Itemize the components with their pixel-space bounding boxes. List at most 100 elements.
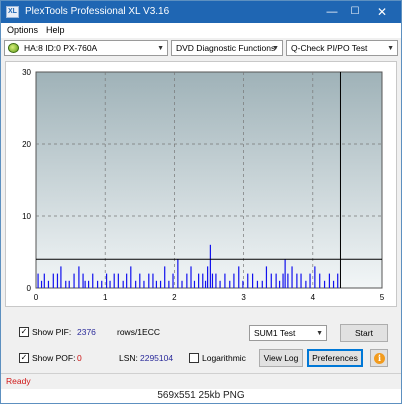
data-bar bbox=[215, 273, 217, 288]
data-bar bbox=[300, 273, 302, 288]
data-bar bbox=[202, 273, 204, 288]
chevron-down-icon: ▼ bbox=[272, 45, 279, 52]
drive-select[interactable]: HA:8 ID:0 PX-760A ▼ bbox=[4, 40, 168, 56]
data-bar bbox=[130, 266, 132, 288]
menu-options[interactable]: Options bbox=[7, 25, 38, 36]
data-bar bbox=[291, 266, 293, 288]
data-bar bbox=[43, 273, 45, 288]
data-bar bbox=[265, 266, 268, 288]
data-bar bbox=[181, 280, 183, 288]
data-bar bbox=[65, 280, 67, 288]
data-bar bbox=[204, 280, 207, 288]
data-bar bbox=[122, 280, 124, 288]
data-bar bbox=[242, 280, 244, 288]
data-bar bbox=[186, 273, 188, 288]
data-bar bbox=[113, 273, 115, 288]
x-tick-label: 5 bbox=[380, 293, 385, 302]
data-bar bbox=[87, 280, 90, 288]
x-tick-label: 4 bbox=[311, 293, 316, 302]
data-bar bbox=[148, 273, 150, 288]
data-bar bbox=[233, 273, 235, 288]
menu-help[interactable]: Help bbox=[46, 25, 65, 36]
data-bar bbox=[193, 280, 196, 288]
data-bar bbox=[152, 273, 154, 288]
data-bar bbox=[278, 280, 281, 288]
data-bar bbox=[92, 273, 94, 288]
status-text: Ready bbox=[6, 376, 31, 386]
info-button[interactable]: i bbox=[370, 349, 388, 367]
data-bar bbox=[68, 280, 70, 288]
close-button[interactable]: ✕ bbox=[369, 3, 395, 21]
drive-select-value: HA:8 ID:0 PX-760A bbox=[24, 43, 98, 53]
data-bar bbox=[224, 273, 226, 288]
data-bar bbox=[82, 273, 84, 288]
function-select-value: DVD Diagnostic Functions bbox=[176, 43, 276, 53]
image-caption: 569x551 25kb PNG bbox=[1, 389, 401, 403]
show-pif-label: Show PIF: bbox=[32, 327, 72, 337]
function-select[interactable]: DVD Diagnostic Functions ▼ bbox=[171, 40, 283, 56]
show-pof-label: Show POF: bbox=[32, 353, 76, 363]
data-bar bbox=[211, 273, 214, 288]
data-bar bbox=[101, 280, 103, 288]
data-bar bbox=[126, 273, 128, 288]
data-bar bbox=[275, 273, 277, 288]
show-pif-checkbox[interactable]: ✓ bbox=[19, 327, 29, 337]
data-bar bbox=[198, 273, 200, 288]
data-bar bbox=[319, 273, 321, 288]
data-bar bbox=[270, 273, 272, 288]
data-bar bbox=[96, 280, 99, 288]
data-bar bbox=[105, 273, 108, 288]
data-bar bbox=[155, 280, 158, 288]
chevron-down-icon: ▼ bbox=[157, 45, 164, 52]
test-select[interactable]: Q-Check PI/PO Test ▼ bbox=[286, 40, 398, 56]
show-pof-checkbox[interactable]: ✓ bbox=[19, 353, 29, 363]
lsn-value: 2295104 bbox=[140, 353, 174, 363]
data-bar bbox=[60, 266, 62, 288]
data-bar bbox=[251, 273, 254, 288]
start-button[interactable]: Start bbox=[340, 324, 388, 342]
pif-value: 2376 bbox=[77, 327, 96, 337]
chevron-down-icon: ▼ bbox=[387, 45, 394, 52]
window-title: PlexTools Professional XL V3.16 bbox=[25, 6, 170, 17]
plot-background bbox=[35, 71, 383, 289]
maximize-button[interactable]: ☐ bbox=[342, 3, 368, 21]
data-bar bbox=[117, 273, 119, 288]
x-tick-label: 3 bbox=[241, 293, 246, 302]
data-bar bbox=[84, 280, 86, 288]
data-bar bbox=[305, 280, 307, 288]
data-bar bbox=[314, 266, 316, 288]
data-bar bbox=[207, 266, 209, 288]
data-bar bbox=[52, 273, 54, 288]
x-tick-label: 1 bbox=[103, 293, 108, 302]
sum-test-value: SUM1 Test bbox=[254, 328, 296, 338]
app-logo-icon: XL bbox=[6, 6, 19, 18]
data-bar bbox=[172, 273, 174, 288]
data-bar bbox=[168, 280, 170, 288]
y-tick-label: 10 bbox=[22, 212, 31, 221]
logarithmic-checkbox[interactable] bbox=[189, 353, 199, 363]
y-tick-label: 0 bbox=[27, 284, 32, 293]
data-bar bbox=[332, 280, 335, 288]
data-bar bbox=[328, 273, 331, 288]
data-bar bbox=[109, 280, 111, 288]
info-icon: i bbox=[374, 353, 385, 364]
data-bar bbox=[282, 273, 284, 288]
data-bar bbox=[323, 280, 326, 288]
rows-label: rows/1ECC bbox=[117, 327, 160, 337]
test-select-value: Q-Check PI/PO Test bbox=[291, 43, 368, 53]
data-bar bbox=[284, 259, 286, 288]
chevron-down-icon: ▼ bbox=[316, 330, 323, 337]
data-bar bbox=[135, 280, 137, 288]
preferences-button[interactable]: Preferences bbox=[307, 349, 363, 367]
data-bar bbox=[247, 273, 249, 288]
logarithmic-label: Logarithmic bbox=[202, 353, 246, 363]
data-bar bbox=[190, 266, 192, 288]
data-bar bbox=[287, 273, 289, 288]
sum-test-select[interactable]: SUM1 Test ▼ bbox=[249, 325, 327, 341]
toolbar: HA:8 ID:0 PX-760A ▼ DVD Diagnostic Funct… bbox=[1, 38, 401, 58]
view-log-button[interactable]: View Log bbox=[259, 349, 303, 367]
data-bar bbox=[209, 244, 211, 288]
app-window: XL PlexTools Professional XL V3.16 — ☐ ✕… bbox=[0, 0, 402, 404]
pof-value: 0 bbox=[77, 353, 82, 363]
x-tick-label: 0 bbox=[34, 293, 39, 302]
